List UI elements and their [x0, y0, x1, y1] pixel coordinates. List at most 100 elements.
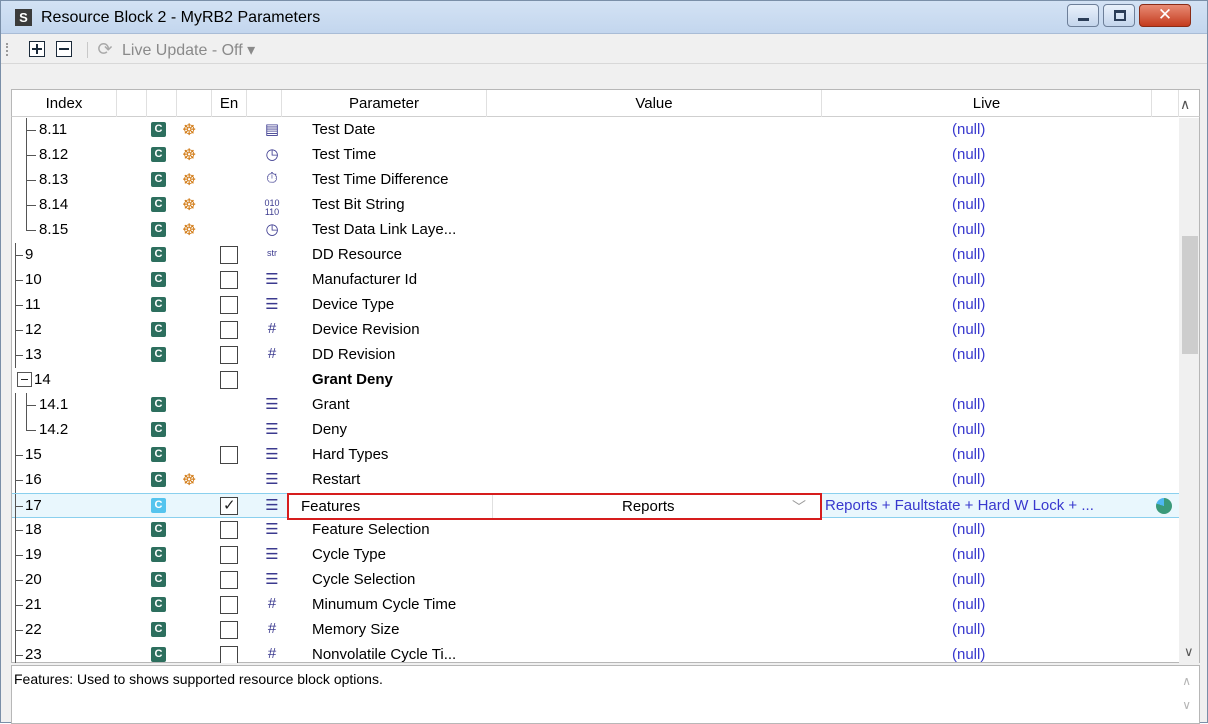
config-badge: C [151, 647, 166, 662]
parameter-rows: 8.11 C ☸ ▤ Test Date (null) 8.12 C ☸ ◷ T… [12, 118, 1179, 663]
enable-checkbox[interactable] [220, 521, 238, 539]
column-header-parameter[interactable]: Parameter [282, 90, 487, 117]
expand-all-button[interactable] [29, 41, 45, 57]
value-dropdown[interactable]: Reports [622, 498, 675, 515]
column-header-en[interactable]: En [212, 90, 247, 117]
column-header-status[interactable] [1152, 90, 1179, 117]
config-badge: C [151, 472, 166, 487]
table-row[interactable]: 19 C ☰ Cycle Type (null) [12, 543, 1179, 568]
parameter-name: Test Date [312, 121, 376, 138]
table-row[interactable]: 8.14 C ☸ 010 110 Test Bit String (null) [12, 193, 1179, 218]
row-index: 10 [25, 271, 42, 288]
enable-checkbox[interactable] [220, 346, 238, 364]
scrollbar-thumb[interactable] [1182, 236, 1198, 354]
column-header-live[interactable]: Live [822, 90, 1152, 117]
table-row[interactable]: 20 C ☰ Cycle Selection (null) [12, 568, 1179, 593]
enable-checkbox[interactable] [220, 296, 238, 314]
table-row[interactable]: 16 C ☸ ☰ Restart (null) [12, 468, 1179, 493]
live-update-dropdown[interactable]: Live Update - Off ▾ [122, 40, 255, 60]
title-bar[interactable]: S Resource Block 2 - MyRB2 Parameters ✕ [1, 1, 1207, 34]
enable-checkbox[interactable] [220, 271, 238, 289]
enable-checkbox[interactable] [220, 446, 238, 464]
table-row[interactable]: 23 C # Nonvolatile Cycle Ti... (null) [12, 643, 1179, 663]
row-index: 14.2 [39, 421, 69, 438]
column-header-blank-3[interactable] [177, 90, 212, 117]
bitenum-icon: ☰ [265, 546, 279, 563]
table-row[interactable]: 12 C # Device Revision (null) [12, 318, 1179, 343]
table-row[interactable]: 8.13 C ☸ ⏱ Test Time Difference (null) [12, 168, 1179, 193]
row-index: 14 [34, 371, 51, 388]
table-row[interactable]: 22 C # Memory Size (null) [12, 618, 1179, 643]
enable-checkbox[interactable] [220, 371, 238, 389]
scroll-up-arrow-icon[interactable]: ∧ [1180, 96, 1190, 113]
table-row[interactable]: 8.15 C ☸ ◷ Test Data Link Laye... (null) [12, 218, 1179, 243]
features-value-editor[interactable]: Features Reports ﹀ [287, 493, 822, 520]
live-value: (null) [952, 246, 986, 263]
table-row[interactable]: 21 C # Minumum Cycle Time (null) [12, 593, 1179, 618]
close-button[interactable]: ✕ [1139, 4, 1191, 27]
bitenum-icon: ☰ [265, 396, 279, 413]
row-index: 21 [25, 596, 42, 613]
config-badge: C [151, 572, 166, 587]
table-row[interactable]: 14.2 C ☰ Deny (null) [12, 418, 1179, 443]
row-index: 18 [25, 521, 42, 538]
table-row-selected[interactable]: 17 C ☰ Features Reports ﹀ Reports + Faul… [12, 493, 1179, 520]
bit-string-icon: 010 110 [264, 198, 280, 217]
live-value: (null) [952, 446, 986, 463]
table-row[interactable]: 14.1 C ☰ Grant (null) [12, 393, 1179, 418]
scroll-down-arrow-icon[interactable]: ∨ [1182, 698, 1191, 712]
table-row[interactable]: 14 Grant Deny [12, 368, 1179, 393]
scroll-up-arrow-icon[interactable]: ∧ [1182, 674, 1191, 688]
minimize-button[interactable] [1067, 4, 1099, 27]
column-header-blank-1[interactable] [117, 90, 147, 117]
row-index: 11 [25, 296, 41, 313]
column-header-value[interactable]: Value [487, 90, 822, 117]
table-row[interactable]: 11 C ☰ Device Type (null) [12, 293, 1179, 318]
bitenum-icon: ☰ [265, 571, 279, 588]
table-row[interactable]: 8.11 C ☸ ▤ Test Date (null) [12, 118, 1179, 143]
live-value: (null) [952, 296, 986, 313]
maximize-button[interactable] [1103, 4, 1135, 27]
config-badge: C [151, 197, 166, 212]
parameter-name: Manufacturer Id [312, 271, 418, 288]
table-row[interactable]: 9 C str DD Resource (null) [12, 243, 1179, 268]
table-row[interactable]: 10 C ☰ Manufacturer Id (null) [12, 268, 1179, 293]
number-icon: # [267, 595, 277, 612]
column-header-blank-2[interactable] [147, 90, 177, 117]
live-value: Reports + Faultstate + Hard W Lock + ... [825, 497, 1094, 514]
enable-checkbox[interactable] [220, 571, 238, 589]
atom-icon: ☸ [182, 172, 197, 189]
table-row[interactable]: 18 C ☰ Feature Selection (null) [12, 518, 1179, 543]
collapse-toggle-icon[interactable] [17, 372, 32, 387]
live-value: (null) [952, 471, 986, 488]
chevron-down-icon[interactable]: ﹀ [792, 497, 806, 517]
collapse-all-button[interactable] [56, 41, 72, 57]
table-row[interactable]: 13 C # DD Revision (null) [12, 343, 1179, 368]
vertical-scrollbar[interactable]: ∨ [1179, 118, 1199, 663]
toolbar-grip[interactable] [6, 43, 8, 56]
enable-checkbox[interactable] [220, 496, 238, 515]
live-value: (null) [952, 221, 986, 238]
status-indicator-icon [1156, 498, 1172, 514]
live-value: (null) [952, 521, 986, 538]
enable-checkbox[interactable] [220, 246, 238, 264]
enable-checkbox[interactable] [220, 646, 238, 663]
enable-checkbox[interactable] [220, 596, 238, 614]
row-index: 8.12 [39, 146, 69, 163]
number-icon: # [267, 320, 277, 337]
bitenum-icon: ☰ [265, 446, 279, 463]
refresh-icon[interactable]: ⟳ [95, 39, 115, 59]
table-row[interactable]: 15 C ☰ Hard Types (null) [12, 443, 1179, 468]
enable-checkbox[interactable] [220, 621, 238, 639]
config-badge: C [151, 122, 166, 137]
row-index: 15 [25, 446, 42, 463]
bitenum-icon: ☰ [265, 471, 279, 488]
enable-checkbox[interactable] [220, 546, 238, 564]
bitenum-icon: ☰ [265, 521, 279, 538]
table-row[interactable]: 8.12 C ☸ ◷ Test Time (null) [12, 143, 1179, 168]
scroll-down-arrow-icon[interactable]: ∨ [1184, 644, 1194, 660]
enable-checkbox[interactable] [220, 321, 238, 339]
column-header-type[interactable] [247, 90, 282, 117]
column-header-index[interactable]: Index [12, 90, 117, 117]
atom-icon: ☸ [182, 472, 197, 489]
